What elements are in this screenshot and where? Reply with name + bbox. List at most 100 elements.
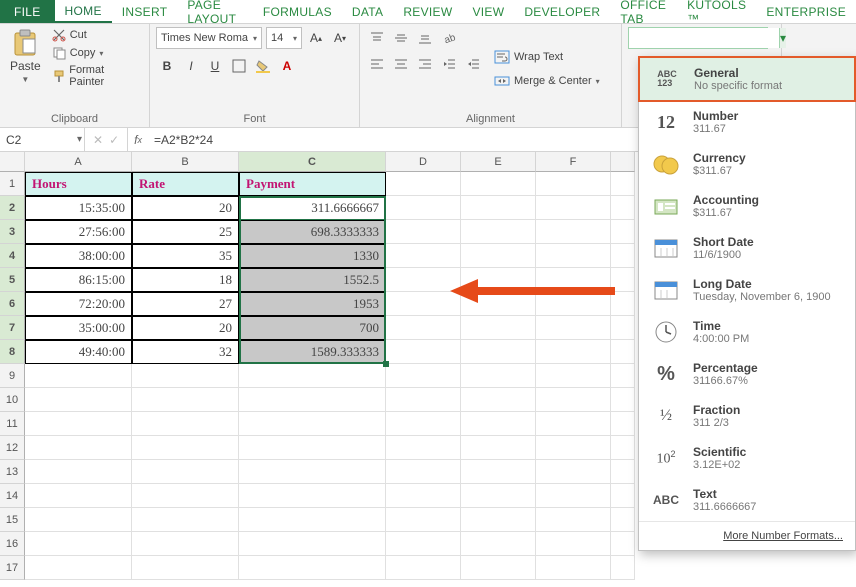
cell[interactable]: 35:00:00	[25, 316, 132, 340]
cell[interactable]	[461, 532, 536, 556]
cell[interactable]	[536, 196, 611, 220]
row-header[interactable]: 6	[0, 292, 25, 316]
cell[interactable]	[239, 364, 386, 388]
copy-button[interactable]: Copy▾	[49, 45, 143, 61]
cell[interactable]	[611, 388, 635, 412]
row-header[interactable]: 13	[0, 460, 25, 484]
col-header-a[interactable]: A	[25, 152, 132, 172]
cell[interactable]	[611, 556, 635, 580]
cell[interactable]	[611, 412, 635, 436]
col-header-f[interactable]: F	[536, 152, 611, 172]
cell[interactable]	[461, 268, 536, 292]
cell[interactable]	[536, 556, 611, 580]
cut-button[interactable]: Cut	[49, 27, 143, 43]
cell[interactable]	[25, 532, 132, 556]
col-header-d[interactable]: D	[386, 152, 461, 172]
cell[interactable]	[461, 556, 536, 580]
col-header-e[interactable]: E	[461, 152, 536, 172]
shrink-font-button[interactable]: A▾	[330, 27, 350, 49]
cell[interactable]	[461, 292, 536, 316]
cell[interactable]: 49:40:00	[25, 340, 132, 364]
cell[interactable]	[386, 316, 461, 340]
borders-button[interactable]	[228, 55, 250, 77]
cell[interactable]	[25, 436, 132, 460]
cell[interactable]: Hours	[25, 172, 132, 196]
number-format-option-time[interactable]: Time4:00:00 PM	[639, 311, 855, 353]
row-header[interactable]: 4	[0, 244, 25, 268]
row-header[interactable]: 10	[0, 388, 25, 412]
cell[interactable]	[239, 412, 386, 436]
tab-developer[interactable]: Developer	[514, 0, 610, 23]
cell[interactable]: 72:20:00	[25, 292, 132, 316]
number-format-option-number[interactable]: 12Number311.67	[639, 101, 855, 143]
tab-enterprise[interactable]: Enterprise	[756, 0, 856, 23]
tab-view[interactable]: View	[462, 0, 514, 23]
tab-office-tab[interactable]: Office Tab	[610, 0, 677, 23]
cell[interactable]: 27:56:00	[25, 220, 132, 244]
name-box[interactable]: C2 ▾	[0, 128, 85, 151]
cell[interactable]	[132, 484, 239, 508]
cell[interactable]	[461, 364, 536, 388]
cell[interactable]	[461, 460, 536, 484]
number-format-option-accounting[interactable]: Accounting$311.67	[639, 185, 855, 227]
tab-file[interactable]: File	[0, 0, 55, 23]
grow-font-button[interactable]: A▴	[306, 27, 326, 49]
number-format-option-percentage[interactable]: %Percentage31166.67%	[639, 353, 855, 395]
cell[interactable]	[536, 292, 611, 316]
cell[interactable]	[536, 364, 611, 388]
number-format-option-fraction[interactable]: ½Fraction311 2/3	[639, 395, 855, 437]
merge-center-button[interactable]: Merge & Center▾	[490, 72, 604, 90]
cell[interactable]: 25	[132, 220, 239, 244]
cell[interactable]	[536, 340, 611, 364]
row-header[interactable]: 12	[0, 436, 25, 460]
cell[interactable]	[611, 316, 635, 340]
tab-formulas[interactable]: Formulas	[253, 0, 342, 23]
row-header[interactable]: 2	[0, 196, 25, 220]
cell[interactable]	[536, 532, 611, 556]
select-all-corner[interactable]	[0, 152, 25, 172]
cell[interactable]	[132, 460, 239, 484]
cell[interactable]	[386, 460, 461, 484]
cell[interactable]	[386, 412, 461, 436]
cell[interactable]: 20	[132, 196, 239, 220]
cell[interactable]	[25, 388, 132, 412]
row-header[interactable]: 7	[0, 316, 25, 340]
enter-formula-button[interactable]: ✓	[109, 133, 119, 147]
cell[interactable]	[536, 388, 611, 412]
cell[interactable]	[461, 172, 536, 196]
font-size-select[interactable]: 14▾	[266, 27, 302, 49]
cell[interactable]	[611, 484, 635, 508]
cell[interactable]	[386, 172, 461, 196]
cell[interactable]	[536, 460, 611, 484]
cell[interactable]	[386, 364, 461, 388]
cell[interactable]: 1953	[239, 292, 386, 316]
cell[interactable]	[536, 484, 611, 508]
cell[interactable]	[461, 484, 536, 508]
increase-indent-button[interactable]	[462, 53, 484, 75]
cell[interactable]	[132, 412, 239, 436]
cell[interactable]	[611, 220, 635, 244]
fill-handle[interactable]	[383, 361, 389, 367]
row-header[interactable]: 15	[0, 508, 25, 532]
font-name-select[interactable]: Times New Roma▾	[156, 27, 262, 49]
cell[interactable]	[132, 364, 239, 388]
number-format-option-long-date[interactable]: Long DateTuesday, November 6, 1900	[639, 269, 855, 311]
bold-button[interactable]: B	[156, 55, 178, 77]
cell[interactable]	[386, 292, 461, 316]
cell[interactable]	[611, 436, 635, 460]
align-center-button[interactable]	[390, 53, 412, 75]
cell[interactable]	[536, 508, 611, 532]
cell[interactable]: Rate	[132, 172, 239, 196]
tab-data[interactable]: Data	[342, 0, 393, 23]
tab-kutools[interactable]: Kutools ™	[677, 0, 756, 23]
cell[interactable]	[536, 220, 611, 244]
cell[interactable]	[386, 532, 461, 556]
cell[interactable]	[239, 436, 386, 460]
cell[interactable]: 15:35:00	[25, 196, 132, 220]
paste-button[interactable]: Paste ▼	[6, 27, 45, 111]
col-header-g[interactable]	[611, 152, 635, 172]
cell[interactable]	[25, 556, 132, 580]
cell[interactable]	[386, 196, 461, 220]
cell[interactable]	[461, 196, 536, 220]
number-format-input[interactable]	[629, 28, 779, 48]
